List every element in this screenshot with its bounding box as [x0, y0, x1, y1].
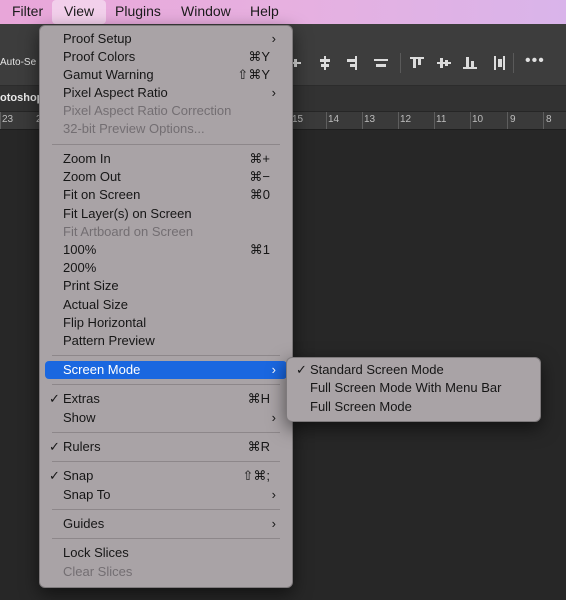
ruler-label: 14: [328, 114, 340, 125]
menu-item-200-percent[interactable]: 200%: [40, 259, 292, 277]
menu-item-snap[interactable]: ✓ Snap ⇧⌘;: [40, 467, 292, 485]
shortcut: ⌘R: [247, 439, 270, 454]
menu-separator: [52, 538, 280, 539]
chevron-right-icon: ›: [271, 362, 276, 377]
submenu-item-full-screen-mode[interactable]: Full Screen Mode: [287, 398, 540, 416]
shortcut: ⌘1: [249, 242, 270, 257]
checkmark-icon: ✓: [49, 439, 60, 454]
submenu-item-standard-screen-mode[interactable]: ✓ Standard Screen Mode: [287, 361, 540, 379]
ruler-label: 11: [436, 114, 447, 125]
menu-item-actual-size[interactable]: Actual Size: [40, 296, 292, 314]
ruler-label: 10: [472, 114, 484, 125]
checkmark-icon: ✓: [49, 391, 60, 406]
ruler-tick: [543, 112, 544, 129]
chevron-right-icon: ›: [271, 31, 276, 46]
shortcut: ⌘+: [249, 151, 270, 166]
app-menu-bar: Filter View Plugins Window Help: [0, 0, 566, 24]
menu-separator: [52, 355, 280, 356]
menu-item-gamut-warning[interactable]: Gamut Warning ⇧⌘Y: [40, 66, 292, 84]
shortcut: ⇧⌘Y: [237, 67, 270, 82]
menu-item-pixel-aspect-ratio[interactable]: Pixel Aspect Ratio ›: [40, 84, 292, 102]
align-horizontal-centers-icon[interactable]: [409, 55, 425, 71]
toolbar-divider: [400, 53, 401, 73]
menu-item-flip-horizontal[interactable]: Flip Horizontal: [40, 314, 292, 332]
shortcut: ⌘Y: [248, 49, 270, 64]
document-tab[interactable]: otoshop: [0, 86, 43, 111]
menu-item-proof-colors[interactable]: Proof Colors ⌘Y: [40, 48, 292, 66]
ruler-label: 8: [546, 114, 552, 125]
distribute-icon[interactable]: [462, 55, 478, 71]
menu-item-fit-artboard-on-screen: Fit Artboard on Screen: [63, 224, 194, 239]
menu-plugins[interactable]: Plugins: [115, 0, 161, 24]
menu-item-clear-slices: Clear Slices: [63, 564, 133, 579]
screen-mode-submenu: ✓ Standard Screen Mode Full Screen Mode …: [286, 357, 541, 422]
menu-item-100-percent[interactable]: 100% ⌘1: [40, 241, 292, 259]
menu-view[interactable]: View: [52, 0, 107, 24]
ruler-tick: [326, 112, 327, 129]
ruler-label: 23: [2, 114, 14, 125]
ruler-tick: [470, 112, 471, 129]
menu-item-rulers[interactable]: ✓ Rulers ⌘R: [40, 438, 292, 456]
menu-item-pattern-preview[interactable]: Pattern Preview: [40, 332, 292, 350]
chevron-right-icon: ›: [271, 487, 276, 502]
menu-item-guides[interactable]: Guides ›: [40, 515, 292, 533]
menu-item-pixel-aspect-ratio-correction: Pixel Aspect Ratio Correction: [63, 103, 232, 118]
menu-item-fit-on-screen[interactable]: Fit on Screen ⌘0: [40, 186, 292, 204]
menu-item-extras[interactable]: ✓ Extras ⌘H: [40, 390, 292, 408]
ruler-tick: [0, 112, 1, 129]
menu-item-zoom-out[interactable]: Zoom Out ⌘−: [40, 168, 292, 186]
menu-item-32bit-preview-options: 32-bit Preview Options...: [63, 121, 205, 136]
shortcut: ⌘−: [249, 169, 270, 184]
chevron-right-icon: ›: [271, 410, 276, 425]
menu-item-snap-to[interactable]: Snap To ›: [40, 486, 292, 504]
menu-item-fit-layers-on-screen[interactable]: Fit Layer(s) on Screen: [40, 205, 292, 223]
ruler-label: 13: [364, 114, 376, 125]
menu-item-screen-mode[interactable]: Screen Mode ›: [45, 361, 287, 379]
ruler-tick: [434, 112, 435, 129]
menu-window[interactable]: Window: [181, 0, 231, 24]
submenu-item-full-screen-mode-with-menu-bar[interactable]: Full Screen Mode With Menu Bar: [287, 379, 540, 397]
menu-separator: [52, 509, 280, 510]
align-vertical-centers-icon[interactable]: [317, 55, 333, 71]
menu-item-print-size[interactable]: Print Size: [40, 277, 292, 295]
checkmark-icon: ✓: [49, 468, 60, 483]
chevron-right-icon: ›: [271, 85, 276, 100]
menu-separator: [52, 144, 280, 145]
more-options-icon[interactable]: •••: [525, 52, 545, 70]
distribute-vertical-icon[interactable]: [491, 55, 507, 71]
toolbar-divider: [513, 53, 514, 73]
align-left-edges-icon[interactable]: [373, 55, 389, 71]
align-right-edges-icon[interactable]: [436, 55, 452, 71]
ruler-tick: [398, 112, 399, 129]
ruler-tick: [507, 112, 508, 129]
shortcut: ⇧⌘;: [242, 468, 270, 483]
menu-item-show[interactable]: Show ›: [40, 409, 292, 427]
menu-separator: [52, 461, 280, 462]
auto-select-label[interactable]: Auto-Se: [0, 57, 36, 68]
menu-item-lock-slices[interactable]: Lock Slices: [40, 544, 292, 562]
menu-item-zoom-in[interactable]: Zoom In ⌘+: [40, 150, 292, 168]
menu-separator: [52, 432, 280, 433]
align-bottom-edges-icon[interactable]: [343, 55, 359, 71]
checkmark-icon: ✓: [296, 362, 307, 377]
ruler-tick: [362, 112, 363, 129]
shortcut: ⌘H: [247, 391, 270, 406]
shortcut: ⌘0: [249, 187, 270, 202]
chevron-right-icon: ›: [271, 516, 276, 531]
menu-item-proof-setup[interactable]: Proof Setup ›: [40, 30, 292, 48]
menu-filter[interactable]: Filter: [12, 0, 43, 24]
view-menu: Proof Setup › Proof Colors ⌘Y Gamut Warn…: [39, 25, 293, 588]
menu-help[interactable]: Help: [250, 0, 279, 24]
ruler-label: 12: [400, 114, 412, 125]
ruler-label: 15: [292, 114, 304, 125]
ruler-label: 9: [510, 114, 516, 125]
menu-separator: [52, 384, 280, 385]
